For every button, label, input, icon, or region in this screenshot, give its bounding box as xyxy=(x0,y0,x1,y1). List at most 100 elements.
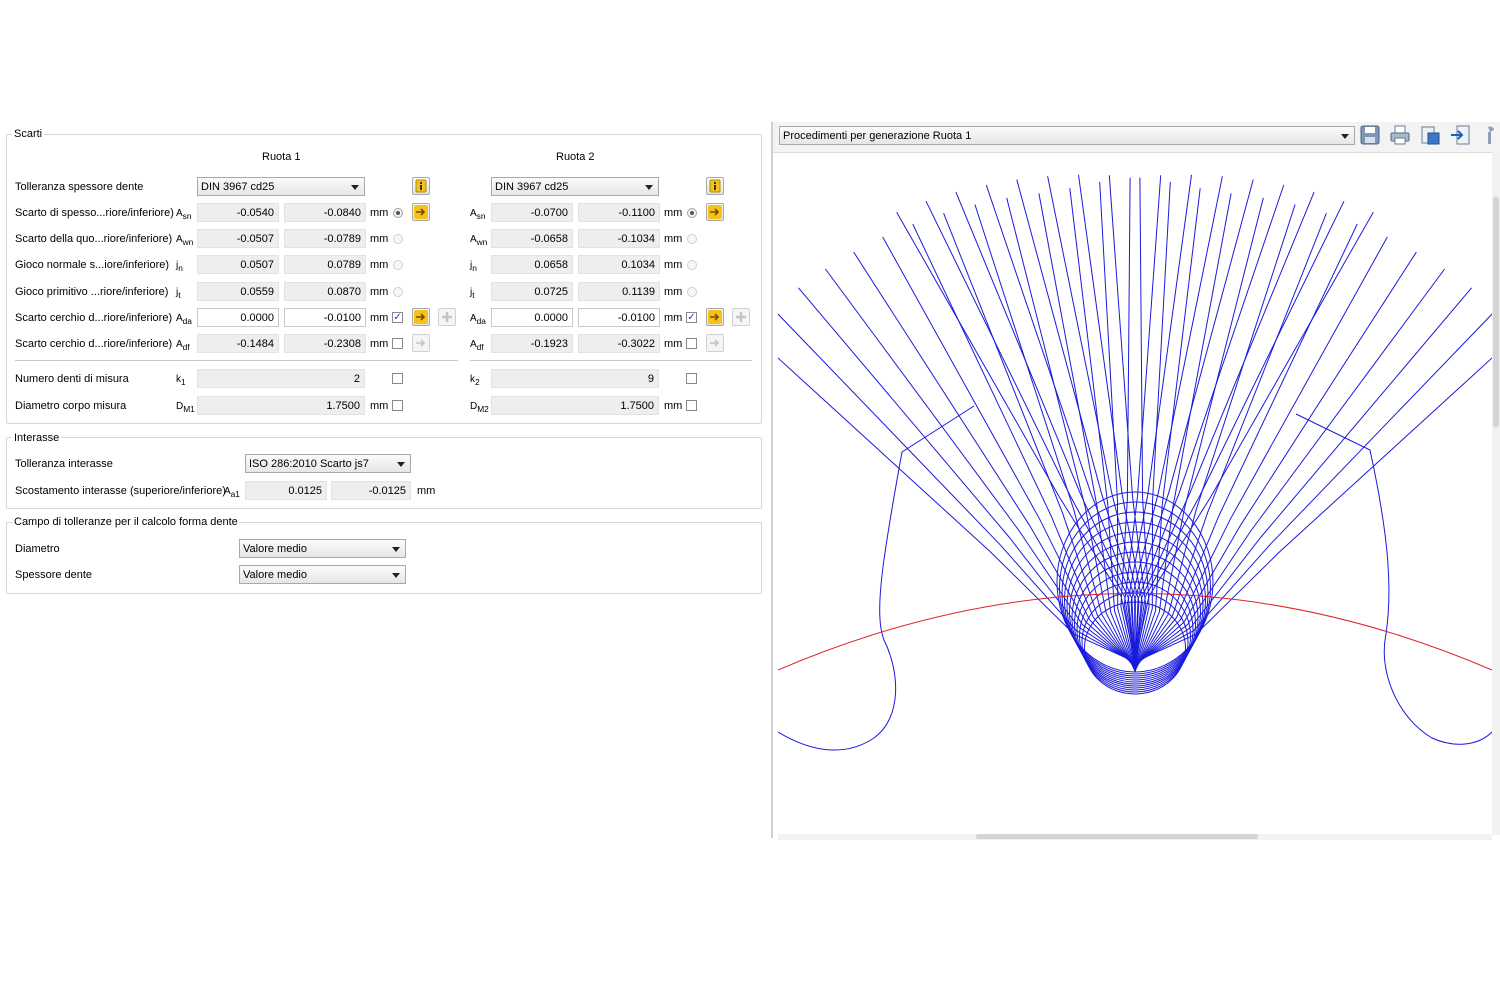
jt-symbol: jt xyxy=(176,287,181,300)
jn-ruota2-upper[interactable]: 0.0658 xyxy=(491,255,573,274)
vertical-scrollbar[interactable] xyxy=(1492,152,1500,835)
jt-ruota1-upper[interactable]: 0.0559 xyxy=(197,282,279,301)
jn-symbol: jn xyxy=(176,260,183,273)
print-button[interactable] xyxy=(1389,124,1411,146)
tolleranza-spessore-ruota1-select[interactable]: DIN 3967 cd25 xyxy=(197,177,365,196)
diametro-select[interactable]: Valore medio xyxy=(239,539,406,558)
tolleranza-interasse-select[interactable]: ISO 286:2010 Scarto js7 xyxy=(245,454,411,473)
transfer-arrow-icon xyxy=(414,205,428,219)
jn-ruota2-lower[interactable]: 0.1034 xyxy=(578,255,660,274)
ada-ruota1-upper[interactable]: 0.0000 xyxy=(197,308,279,327)
awn-ruota2-lower[interactable]: -0.1034 xyxy=(578,229,660,248)
jn-ruota1-upper[interactable]: 0.0507 xyxy=(197,255,279,274)
jn-ruota2-radio[interactable] xyxy=(687,260,697,270)
envelope-line xyxy=(824,184,1136,666)
asn-ruota2-lower[interactable]: -0.1100 xyxy=(578,203,660,222)
awn-symbol: Awn xyxy=(470,234,488,247)
awn-ruota2-upper[interactable]: -0.0658 xyxy=(491,229,573,248)
ada-ruota1-lower[interactable]: -0.0100 xyxy=(284,308,366,327)
save-button[interactable] xyxy=(1359,124,1381,146)
ada-ruota1-checkbox[interactable]: ✓ xyxy=(392,312,403,323)
tolleranza-spessore-ruota2-select[interactable]: DIN 3967 cd25 xyxy=(491,177,659,196)
aa1-lower[interactable]: -0.0125 xyxy=(331,481,411,500)
awn-ruota1-upper[interactable]: -0.0507 xyxy=(197,229,279,248)
jt-ruota2-radio[interactable] xyxy=(687,287,697,297)
calc-button-ada-ruota1[interactable] xyxy=(412,308,430,326)
unit-mm: mm xyxy=(664,400,683,412)
transfer-arrow-icon xyxy=(710,339,720,347)
k2-field[interactable]: 9 xyxy=(491,369,659,388)
scarto-cerchio-testa-label: Scarto cerchio d...riore/inferiore) xyxy=(15,312,173,324)
spessore-dente-select[interactable]: Valore medio xyxy=(239,565,406,584)
chevron-down-icon xyxy=(397,462,405,467)
dm1-field[interactable]: 1.7500 xyxy=(197,396,365,415)
k2-checkbox[interactable] xyxy=(686,373,697,384)
copy-clipboard-button[interactable] xyxy=(1419,124,1441,146)
horizontal-scrollbar-thumb[interactable] xyxy=(976,834,1258,839)
save-icon xyxy=(1360,125,1380,145)
separator-ruota2 xyxy=(470,360,752,361)
settings-button[interactable] xyxy=(1479,124,1500,146)
calc-button-adf-ruota2[interactable] xyxy=(706,334,724,352)
jn-symbol: jn xyxy=(470,260,477,273)
jn-ruota1-lower[interactable]: 0.0789 xyxy=(284,255,366,274)
calc-button-ada-ruota2[interactable] xyxy=(706,308,724,326)
info-button-ruota2[interactable] xyxy=(706,177,724,195)
asn-ruota1-radio[interactable] xyxy=(393,208,403,218)
horizontal-scrollbar[interactable] xyxy=(778,834,1492,840)
jn-ruota1-radio[interactable] xyxy=(393,260,403,270)
awn-ruota1-lower[interactable]: -0.0789 xyxy=(284,229,366,248)
info-button-ruota1[interactable] xyxy=(412,177,430,195)
export-button[interactable] xyxy=(1449,124,1471,146)
awn-ruota2-radio[interactable] xyxy=(687,234,697,244)
settings-icon xyxy=(1488,126,1494,144)
scarto-cerchio-piede-label: Scarto cerchio d...riore/inferiore) xyxy=(15,338,173,350)
chevron-down-icon xyxy=(392,573,400,578)
calc-button-asn-ruota1[interactable] xyxy=(412,203,430,221)
add-button-ada-ruota2[interactable] xyxy=(732,308,750,326)
awn-symbol: Awn xyxy=(176,234,194,247)
jt-ruota2-upper[interactable]: 0.0725 xyxy=(491,282,573,301)
interasse-title: Interasse xyxy=(12,432,62,444)
ada-symbol: Ada xyxy=(176,313,192,326)
calc-button-adf-ruota1[interactable] xyxy=(412,334,430,352)
dm2-field[interactable]: 1.7500 xyxy=(491,396,659,415)
jt-ruota1-radio[interactable] xyxy=(393,287,403,297)
asn-ruota1-upper[interactable]: -0.0540 xyxy=(197,203,279,222)
dm1-checkbox[interactable] xyxy=(392,400,403,411)
adf-ruota2-lower[interactable]: -0.3022 xyxy=(578,334,660,353)
unit-mm: mm xyxy=(370,233,389,245)
adf-ruota2-upper[interactable]: -0.1923 xyxy=(491,334,573,353)
jt-ruota1-lower[interactable]: 0.0870 xyxy=(284,282,366,301)
unit-mm: mm xyxy=(664,207,683,219)
unit-mm: mm xyxy=(664,259,683,271)
asn-ruota1-lower[interactable]: -0.0840 xyxy=(284,203,366,222)
envelope-line xyxy=(1134,179,1417,667)
asn-ruota2-radio[interactable] xyxy=(687,208,697,218)
adf-ruota1-checkbox[interactable] xyxy=(392,338,403,349)
vertical-scrollbar-thumb[interactable] xyxy=(1493,197,1499,427)
add-button-ada-ruota1[interactable] xyxy=(438,308,456,326)
adf-ruota1-upper[interactable]: -0.1484 xyxy=(197,334,279,353)
adf-symbol: Adf xyxy=(176,339,190,352)
adf-ruota1-lower[interactable]: -0.2308 xyxy=(284,334,366,353)
awn-ruota1-radio[interactable] xyxy=(393,234,403,244)
scostamento-interasse-label: Scostamento interasse (superiore/inferio… xyxy=(15,485,226,497)
unit-mm: mm xyxy=(664,286,683,298)
dm2-checkbox[interactable] xyxy=(686,400,697,411)
adf-ruota2-checkbox[interactable] xyxy=(686,338,697,349)
k1-field[interactable]: 2 xyxy=(197,369,365,388)
ada-ruota2-lower[interactable]: -0.0100 xyxy=(578,308,660,327)
generation-procedure-select[interactable]: Procedimenti per generazione Ruota 1 xyxy=(779,126,1355,145)
asn-ruota2-upper[interactable]: -0.0700 xyxy=(491,203,573,222)
tolleranza-interasse-label: Tolleranza interasse xyxy=(15,458,113,470)
dm1-symbol: DM1 xyxy=(176,401,195,414)
aa1-upper[interactable]: 0.0125 xyxy=(245,481,327,500)
jt-ruota2-lower[interactable]: 0.1139 xyxy=(578,282,660,301)
calc-button-asn-ruota2[interactable] xyxy=(706,203,724,221)
ada-ruota2-upper[interactable]: 0.0000 xyxy=(491,308,573,327)
ruota1-header: Ruota 1 xyxy=(262,151,301,163)
ada-ruota2-checkbox[interactable]: ✓ xyxy=(686,312,697,323)
unit-mm: mm xyxy=(370,286,389,298)
k1-checkbox[interactable] xyxy=(392,373,403,384)
